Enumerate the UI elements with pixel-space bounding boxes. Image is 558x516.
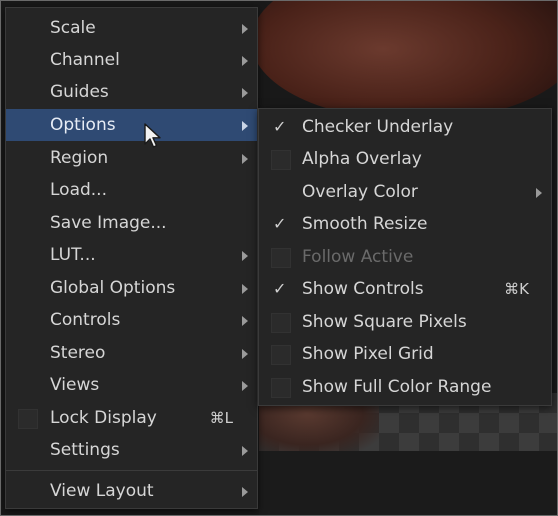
submenu-arrow-icon bbox=[242, 381, 248, 391]
menu-item-label: Controls bbox=[50, 310, 121, 330]
checkbox-unchecked bbox=[18, 409, 38, 429]
submenu-item-show-controls[interactable]: ✓ Show Controls ⌘K bbox=[259, 273, 551, 305]
menu-item-global-options[interactable]: Global Options bbox=[6, 272, 257, 304]
checkmark-icon: ✓ bbox=[273, 117, 287, 136]
menu-item-label: Region bbox=[50, 148, 109, 168]
menu-item-controls[interactable]: Controls bbox=[6, 304, 257, 336]
submenu-item-show-full-color-range[interactable]: Show Full Color Range bbox=[259, 371, 551, 403]
menu-item-label: Show Controls bbox=[302, 279, 424, 299]
mouse-pointer-icon bbox=[144, 123, 161, 148]
menu-item-view-layout[interactable]: View Layout bbox=[6, 475, 257, 507]
menu-item-region[interactable]: Region bbox=[6, 142, 257, 174]
submenu-item-overlay-color[interactable]: Overlay Color bbox=[259, 176, 551, 208]
menu-item-label: Stereo bbox=[50, 343, 106, 363]
menu-item-settings[interactable]: Settings bbox=[6, 434, 257, 466]
menu-item-label: Save Image... bbox=[50, 213, 167, 233]
menu-item-label: Show Pixel Grid bbox=[302, 344, 434, 364]
menu-item-label: Smooth Resize bbox=[302, 214, 428, 234]
menu-item-label: Guides bbox=[50, 82, 109, 102]
checkbox-disabled bbox=[271, 248, 291, 268]
menu-item-views[interactable]: Views bbox=[6, 369, 257, 401]
menu-divider bbox=[6, 470, 257, 471]
menu-item-label: Global Options bbox=[50, 278, 176, 298]
menu-item-label: Options bbox=[50, 115, 116, 135]
checkbox-unchecked bbox=[271, 150, 291, 170]
submenu-arrow-icon bbox=[242, 284, 248, 294]
submenu-arrow-icon bbox=[242, 316, 248, 326]
submenu-item-show-pixel-grid[interactable]: Show Pixel Grid bbox=[259, 338, 551, 370]
submenu-arrow-icon bbox=[536, 188, 542, 198]
submenu-item-show-square-pixels[interactable]: Show Square Pixels bbox=[259, 306, 551, 338]
menu-item-label: Show Square Pixels bbox=[302, 312, 467, 332]
menu-item-label: View Layout bbox=[50, 481, 154, 501]
menu-item-label: Show Full Color Range bbox=[302, 377, 492, 397]
submenu-item-smooth-resize[interactable]: ✓ Smooth Resize bbox=[259, 208, 551, 240]
menu-item-label: LUT... bbox=[50, 245, 96, 265]
options-submenu: ✓ Checker Underlay Alpha Overlay Overlay… bbox=[258, 108, 552, 406]
submenu-arrow-icon bbox=[242, 88, 248, 98]
menu-item-shortcut: ⌘K bbox=[504, 280, 529, 298]
checkbox-unchecked bbox=[271, 313, 291, 333]
menu-item-label: Views bbox=[50, 375, 100, 395]
submenu-item-follow-active: Follow Active bbox=[259, 241, 551, 273]
menu-item-label: Scale bbox=[50, 18, 96, 38]
menu-item-label: Channel bbox=[50, 50, 120, 70]
menu-item-shortcut: ⌘L bbox=[209, 409, 233, 427]
viewer-background bbox=[259, 451, 557, 515]
menu-item-stereo[interactable]: Stereo bbox=[6, 337, 257, 369]
menu-item-label: Overlay Color bbox=[302, 182, 418, 202]
submenu-arrow-icon bbox=[242, 349, 248, 359]
submenu-arrow-icon bbox=[242, 487, 248, 497]
submenu-arrow-icon bbox=[242, 56, 248, 66]
screenshot-frame: Scale Channel Guides Options Region Load… bbox=[0, 0, 558, 516]
checkmark-icon: ✓ bbox=[273, 214, 287, 233]
viewer-image bbox=[251, 1, 557, 121]
viewer-context-menu: Scale Channel Guides Options Region Load… bbox=[5, 7, 258, 509]
checkbox-unchecked bbox=[271, 378, 291, 398]
menu-item-scale[interactable]: Scale bbox=[6, 12, 257, 44]
submenu-arrow-icon bbox=[242, 446, 248, 456]
menu-item-lut[interactable]: LUT... bbox=[6, 239, 257, 271]
menu-item-label: Lock Display bbox=[50, 408, 157, 428]
checkbox-unchecked bbox=[271, 345, 291, 365]
menu-item-label: Alpha Overlay bbox=[302, 149, 422, 169]
checkmark-icon: ✓ bbox=[273, 279, 287, 298]
menu-item-channel[interactable]: Channel bbox=[6, 44, 257, 76]
menu-item-label: Load... bbox=[50, 180, 107, 200]
menu-item-label: Settings bbox=[50, 440, 120, 460]
submenu-arrow-icon bbox=[242, 24, 248, 34]
menu-item-options[interactable]: Options bbox=[6, 109, 257, 141]
menu-item-label: Follow Active bbox=[302, 247, 414, 267]
submenu-item-alpha-overlay[interactable]: Alpha Overlay bbox=[259, 143, 551, 175]
submenu-item-checker-underlay[interactable]: ✓ Checker Underlay bbox=[259, 111, 551, 143]
submenu-arrow-icon bbox=[242, 154, 248, 164]
menu-item-label: Checker Underlay bbox=[302, 117, 454, 137]
submenu-arrow-icon bbox=[242, 251, 248, 261]
menu-item-lock-display[interactable]: Lock Display ⌘L bbox=[6, 402, 257, 434]
menu-item-guides[interactable]: Guides bbox=[6, 76, 257, 108]
menu-item-load[interactable]: Load... bbox=[6, 174, 257, 206]
menu-item-save-image[interactable]: Save Image... bbox=[6, 207, 257, 239]
submenu-arrow-icon bbox=[242, 121, 248, 131]
